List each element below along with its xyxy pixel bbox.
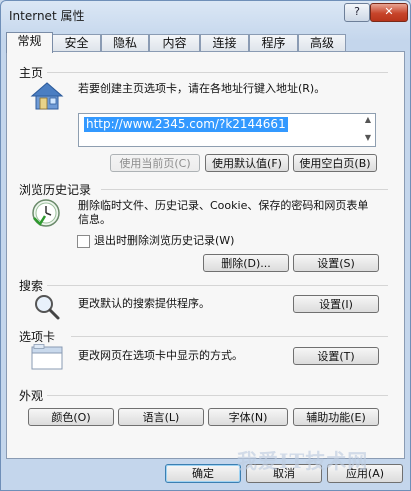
apply-button[interactable]: 应用(A) [327,464,403,483]
history-divider [101,189,388,190]
tabs-divider [71,336,388,337]
homepage-section-label: 主页 [19,66,44,80]
delete-history-button[interactable]: 删除(D)... [203,254,289,272]
tabs-section-label: 选项卡 [19,330,56,344]
use-blank-button[interactable]: 使用空白页(B) [293,154,377,172]
colors-button[interactable]: 颜色(O) [28,408,114,426]
accessibility-button[interactable]: 辅助功能(E) [293,408,379,426]
window-title: Internet 属性 [9,9,85,23]
history-section-label: 浏览历史记录 [19,183,92,197]
scroll-down-icon[interactable]: ▼ [365,133,371,142]
homepage-divider [47,72,388,73]
close-button[interactable]: ✕ [370,3,408,22]
tab-programs[interactable]: 程序 [249,34,298,52]
tabs-settings-button[interactable]: 设置(T) [293,347,379,365]
scroll-up-icon[interactable]: ▲ [365,115,371,124]
search-divider [47,285,388,286]
tab-security[interactable]: 安全 [52,34,101,52]
appearance-divider [47,395,388,396]
search-description: 更改默认的搜索提供程序。 [78,297,210,310]
title-bar[interactable]: Internet 属性 ? ✕ [1,1,410,29]
help-button[interactable]: ? [344,3,370,22]
use-current-button[interactable]: 使用当前页(C) [110,154,200,172]
tab-window-icon [31,344,63,373]
tab-privacy[interactable]: 隐私 [101,34,149,52]
tab-content[interactable]: 内容 [149,34,200,52]
cancel-button[interactable]: 取消 [246,464,322,483]
fonts-button[interactable]: 字体(N) [208,408,288,426]
search-settings-button[interactable]: 设置(I) [293,295,379,313]
homepage-instruction: 若要创建主页选项卡，请在各地址行键入地址(R)。 [78,82,326,95]
search-icon [33,293,61,324]
tabs-description: 更改网页在选项卡中显示的方式。 [78,349,243,362]
homepage-url-value: http://www.2345.com/?k2144661 [84,117,288,132]
appearance-section-label: 外观 [19,389,44,403]
history-description: 删除临时文件、历史记录、Cookie、保存的密码和网页表单信息。 [78,199,369,226]
ok-button[interactable]: 确定 [165,464,241,483]
history-settings-button[interactable]: 设置(S) [293,254,379,272]
delete-on-exit-checkbox[interactable] [77,235,90,248]
languages-button[interactable]: 语言(L) [118,408,204,426]
tab-advanced[interactable]: 高级 [298,34,346,52]
search-section-label: 搜索 [19,279,44,293]
homepage-url-textarea[interactable]: http://www.2345.com/?k2144661 ▲ ▼ [78,113,376,147]
home-icon [30,81,64,114]
delete-on-exit-label[interactable]: 退出时删除浏览历史记录(W) [94,234,234,248]
use-default-button[interactable]: 使用默认值(F) [205,154,289,172]
clock-icon [31,198,61,231]
tab-connections[interactable]: 连接 [200,34,249,52]
tab-general[interactable]: 常规 [6,32,53,53]
internet-options-window: Internet 属性 ? ✕ 常规 安全 隐私 内容 连接 程序 高级 主页 … [0,0,411,491]
